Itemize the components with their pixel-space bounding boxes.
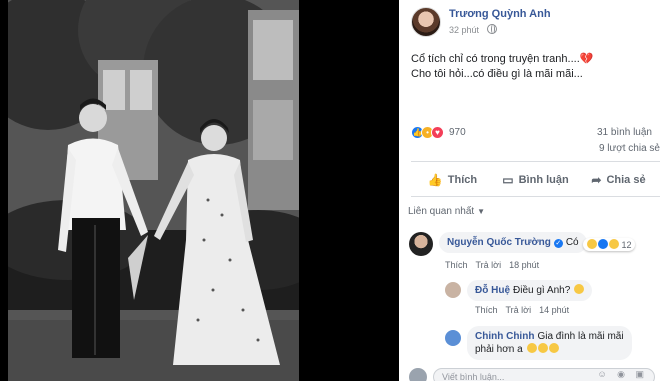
photo-viewer: Trương Quỳnh Anh 32 phút Cổ tích chỉ có … xyxy=(0,0,660,381)
post-photo[interactable] xyxy=(8,0,299,381)
like-button-label: Thích xyxy=(447,174,478,186)
reply-time[interactable]: 14 phút xyxy=(539,305,569,315)
comment-composer: Viết bình luận... ☺ ◉ ▣ xyxy=(399,366,660,381)
reply-text-line-2: phải hơn a xyxy=(475,344,523,355)
broken-heart-icon: 💔 xyxy=(579,53,594,65)
post-actions: 👍 Thích ▭ Bình luận ➦ Chia sẻ xyxy=(411,167,660,193)
smile-emoji-icon xyxy=(548,343,559,353)
reply-text-line-1: Gia đình là mãi mãi xyxy=(537,331,624,342)
comment-icon: ▭ xyxy=(502,173,514,187)
divider xyxy=(411,196,660,197)
post-header: Trương Quỳnh Anh 32 phút xyxy=(399,0,660,44)
comment-bubble: Nguyễn Quốc Trường ✓ Có xyxy=(439,232,587,253)
reply-bubble: Chinh Chinh Gia đình là mãi mãi phải hơn … xyxy=(467,326,632,360)
comments-count-link[interactable]: 31 bình luận xyxy=(597,127,652,138)
reply-reply-link[interactable]: Trả lời xyxy=(506,305,532,315)
share-button-label: Chia sẻ xyxy=(606,174,646,186)
share-button[interactable]: ➦ Chia sẻ xyxy=(577,167,660,193)
comment-button-label: Bình luận xyxy=(518,174,569,186)
comment-text: Có xyxy=(565,237,579,248)
post-text: Cổ tích chỉ có trong truyện tranh....💔 C… xyxy=(411,52,651,82)
wedding-photo-illustration xyxy=(8,0,299,381)
reply-like-link[interactable]: Thích xyxy=(475,305,498,315)
like-button[interactable]: 👍 Thích xyxy=(411,167,494,193)
thumbs-up-icon: 👍 xyxy=(427,173,443,187)
comment-like-link[interactable]: Thích xyxy=(445,260,468,270)
replier-name[interactable]: Chinh Chinh xyxy=(475,331,534,342)
share-icon: ➦ xyxy=(591,173,602,187)
composer-icons[interactable]: ☺ ◉ ▣ xyxy=(597,369,648,380)
caret-down-icon: ▼ xyxy=(477,207,486,216)
sort-label: Liên quan nhất xyxy=(408,206,475,217)
reply-bubble: Đỗ Huệ Điều gì Anh? xyxy=(467,280,593,301)
comment-reaction-count: 12 xyxy=(621,240,632,250)
comment-sort-dropdown[interactable]: Liên quan nhất ▼ xyxy=(408,206,485,217)
post-text-line-1: Cổ tích chỉ có trong truyện tranh.... xyxy=(411,53,580,65)
laugh-emoji-icon xyxy=(587,239,597,249)
comment-reply-link[interactable]: Trả lời xyxy=(476,260,502,270)
sad-emoji-icon xyxy=(609,239,619,249)
comment-meta: Thích Trả lời 18 phút xyxy=(445,260,547,270)
love-icon: ♥ xyxy=(431,125,444,139)
comment-reactions[interactable]: 12 xyxy=(583,238,635,251)
reply-meta: Thích Trả lời 14 phút xyxy=(475,305,577,315)
comment-time[interactable]: 18 phút xyxy=(509,260,539,270)
smile-emoji-icon xyxy=(537,343,548,353)
replier-avatar[interactable] xyxy=(445,282,461,298)
commenter-name[interactable]: Nguyễn Quốc Trường xyxy=(447,237,551,248)
replier-avatar[interactable] xyxy=(445,330,461,346)
current-user-avatar xyxy=(409,368,427,381)
like-emoji-icon xyxy=(598,239,608,249)
divider xyxy=(411,161,660,162)
author-name[interactable]: Trương Quỳnh Anh xyxy=(449,8,551,20)
post-text-line-2: Cho tôi hỏi...có điều gì là mãi mãi... xyxy=(411,68,583,80)
shares-count-link[interactable]: 9 lượt chia sẻ xyxy=(599,143,660,154)
author-avatar[interactable] xyxy=(411,7,441,37)
replier-name[interactable]: Đỗ Huệ xyxy=(475,285,510,296)
verified-icon: ✓ xyxy=(553,239,563,248)
post-side-panel: Trương Quỳnh Anh 32 phút Cổ tích chỉ có … xyxy=(399,0,660,381)
comment-button[interactable]: ▭ Bình luận xyxy=(494,167,577,193)
reaction-count: 970 xyxy=(449,126,466,138)
reply-text: Điều gì Anh? xyxy=(513,285,571,296)
smile-emoji-icon xyxy=(526,343,537,353)
laugh-emoji-icon xyxy=(574,284,585,294)
reaction-summary[interactable]: 👍 • ♥ 970 xyxy=(411,125,466,139)
globe-icon xyxy=(487,24,497,34)
commenter-avatar[interactable] xyxy=(409,232,433,256)
post-time[interactable]: 32 phút xyxy=(449,25,479,35)
